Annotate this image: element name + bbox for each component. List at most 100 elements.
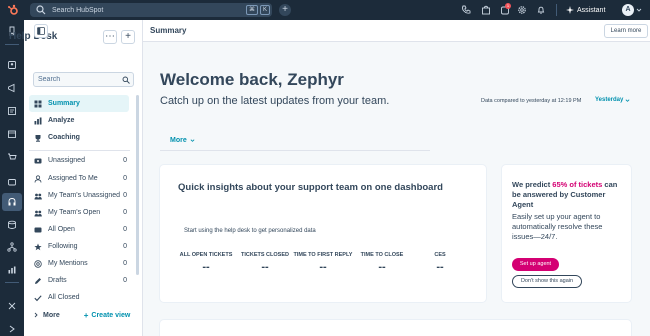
assistant-label: Assistant — [577, 6, 606, 14]
team-unassigned-icon — [34, 193, 42, 199]
sales-icon[interactable] — [7, 129, 17, 139]
set-up-agent-button[interactable]: Set up agent — [512, 258, 559, 271]
more-filters-dropdown[interactable]: More — [170, 137, 195, 144]
view-item-my-mentions[interactable]: My Mentions 0 — [29, 255, 129, 272]
help-desk-icon[interactable] — [7, 197, 17, 207]
nav-item-label: Coaching — [48, 134, 80, 141]
avatar: A — [622, 4, 634, 16]
commerce-icon[interactable] — [7, 152, 17, 162]
nav-item-summary[interactable]: Summary — [29, 95, 129, 112]
view-count: 0 — [123, 192, 127, 199]
period-selector[interactable]: Yesterday — [595, 97, 630, 103]
summary-icon — [34, 100, 42, 107]
search-icon[interactable] — [122, 76, 130, 84]
metric-value: -- — [319, 261, 327, 273]
help-desk-add-button[interactable]: + — [121, 30, 135, 44]
metric-value: -- — [378, 261, 386, 273]
prediction-highlight: 65% of tickets — [552, 180, 603, 189]
nav-item-label: Summary — [48, 100, 80, 107]
app-rail — [0, 20, 24, 336]
dont-show-again-button[interactable]: Don't show this again — [512, 275, 582, 288]
metric-time-to-close: TIME TO CLOSE -- — [352, 251, 412, 273]
view-item-unassigned[interactable]: Unassigned 0 — [29, 152, 129, 169]
marketplace-icon[interactable] — [481, 5, 491, 15]
page-title: Summary — [150, 26, 187, 35]
view-count: 0 — [123, 209, 127, 216]
content-icon[interactable] — [7, 106, 17, 116]
help-desk-search-input[interactable] — [34, 76, 114, 83]
insights-title: Quick insights about your support team o… — [178, 182, 443, 193]
bell-icon[interactable] — [536, 5, 546, 15]
panel-toggle-icon — [37, 27, 45, 35]
sidebar-scrollbar[interactable] — [136, 95, 139, 275]
view-count: 0 — [123, 260, 127, 267]
settings-gear-icon[interactable] — [517, 5, 527, 15]
view-item-following[interactable]: Following 0 — [29, 238, 129, 255]
shortcut-key-k: K — [259, 5, 270, 15]
hubspot-logo-icon[interactable] — [7, 4, 19, 16]
automation-icon[interactable] — [7, 242, 17, 252]
filter-divider — [160, 150, 430, 151]
reporting-icon[interactable] — [7, 265, 17, 275]
metric-label: CES — [434, 252, 446, 258]
view-item-assigned-to-me[interactable]: Assigned To Me 0 — [29, 170, 129, 187]
data-compare-text: Data compared to yesterday at 12:19 PM — [481, 98, 582, 104]
view-item-all-closed[interactable]: All Closed — [29, 289, 129, 306]
rail-divider — [5, 44, 19, 45]
mentions-icon — [34, 259, 42, 268]
view-item-all-open[interactable]: All Open 0 — [29, 221, 129, 238]
data-management-icon[interactable] — [7, 220, 17, 230]
welcome-subtitle: Catch up on the latest updates from your… — [160, 95, 390, 107]
sidebar-divider — [29, 150, 130, 151]
view-label: Assigned To Me — [48, 175, 98, 182]
welcome-heading: Welcome back, Zephyr — [160, 70, 344, 89]
view-label: My Mentions — [48, 260, 88, 267]
view-item-drafts[interactable]: Drafts 0 — [29, 272, 129, 289]
metric-all-open-tickets: ALL OPEN TICKETS -- — [176, 251, 236, 273]
nav-item-analyze[interactable]: Analyze — [29, 112, 129, 129]
more-views-label: More — [43, 311, 60, 319]
account-menu[interactable]: A — [622, 4, 642, 16]
notification-badge: 1 — [505, 3, 511, 9]
collapse-rail-icon[interactable] — [7, 324, 17, 334]
view-label: All Closed — [48, 294, 80, 301]
create-view-label: Create view — [91, 311, 131, 319]
metric-value: -- — [436, 261, 444, 273]
analyze-icon — [34, 117, 42, 124]
metric-label: TIME TO FIRST REPLY — [293, 252, 353, 258]
rail-divider — [5, 282, 19, 283]
expand-arrows-icon[interactable] — [7, 301, 17, 311]
create-new-button[interactable]: + — [279, 4, 291, 16]
view-item-my-teams-open[interactable]: My Team's Open 0 — [29, 204, 129, 221]
create-view-link[interactable]: + Create view — [84, 311, 131, 320]
global-search-placeholder: Search HubSpot — [52, 6, 104, 14]
help-desk-options-button[interactable]: ⋯ — [103, 30, 117, 44]
metric-label: TIME TO CLOSE — [360, 252, 404, 258]
metric-tickets-closed: TICKETS CLOSED -- — [235, 251, 295, 273]
main-header — [143, 20, 650, 42]
coaching-icon — [35, 134, 41, 142]
more-views-toggle[interactable]: More — [33, 312, 60, 319]
plus-icon: + — [83, 310, 89, 320]
chevron-down-icon — [625, 98, 630, 102]
view-item-my-teams-unassigned[interactable]: My Team's Unassigned 0 — [29, 187, 129, 204]
check-icon — [34, 294, 42, 301]
learn-more-button[interactable]: Learn more — [604, 24, 648, 38]
team-open-icon — [34, 210, 42, 216]
metric-label: ALL OPEN TICKETS — [179, 252, 233, 258]
view-label: Drafts — [48, 277, 67, 284]
nav-item-coaching[interactable]: Coaching — [29, 129, 129, 146]
search-icon — [36, 5, 46, 15]
contacts-icon[interactable] — [7, 60, 17, 70]
phone-icon[interactable] — [461, 5, 471, 15]
service-icon[interactable] — [7, 177, 17, 187]
view-count: 0 — [123, 175, 127, 182]
all-open-icon — [34, 227, 42, 232]
top-nav-bar: Search HubSpot ⌘ K + 1 Assistant A — [0, 0, 650, 20]
view-label: Unassigned — [48, 157, 85, 164]
sidebar-toggle-button[interactable] — [34, 24, 48, 38]
global-search[interactable]: Search HubSpot ⌘ K — [30, 3, 272, 17]
chevron-down-icon — [190, 139, 195, 142]
marketing-icon[interactable] — [7, 83, 17, 93]
assistant-button[interactable]: Assistant — [566, 3, 605, 17]
